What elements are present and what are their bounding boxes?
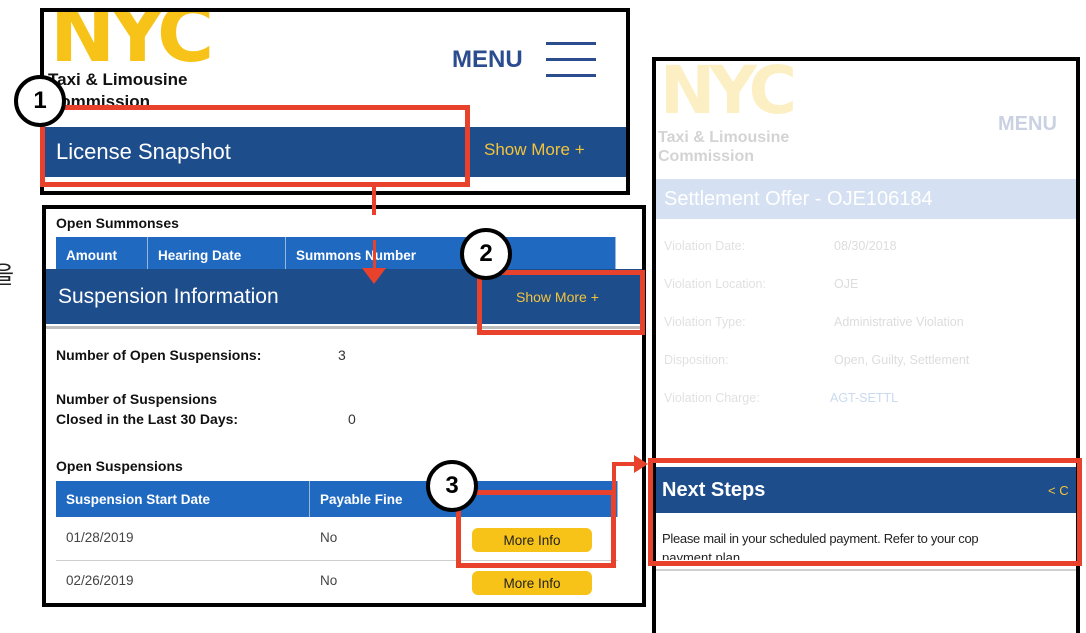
closed-suspensions-label-line1: Number of Suspensions — [56, 391, 218, 407]
faded-header: NYC Taxi & Limousine Commission MENU Set… — [656, 61, 1076, 441]
nyc-logo: NYC — [660, 57, 797, 129]
detail-label: Violation Location: — [664, 277, 766, 291]
open-summonses-heading: Open Summonses — [56, 215, 179, 231]
callout-next-steps — [648, 458, 1082, 566]
suspension-info-title: Suspension Information — [58, 284, 279, 308]
open-suspensions-count-label: Number of Open Suspensions: — [56, 347, 262, 363]
suspension-col-start-date[interactable]: Suspension Start Date — [56, 481, 310, 517]
summons-col-number[interactable]: Summons Number — [286, 237, 616, 273]
detail-value: AGT-SETTL — [830, 391, 899, 405]
next-steps-divider — [656, 569, 1076, 571]
detail-label: Violation Type: — [664, 315, 746, 329]
menu-label[interactable]: MENU — [452, 46, 523, 74]
detail-value: 08/30/2018 — [834, 239, 897, 253]
hamburger-menu-icon[interactable] — [546, 38, 596, 82]
step-badge-2: 2 — [460, 228, 512, 280]
logo-subtitle-line1: Taxi & Limousine — [48, 70, 188, 89]
detail-label: Violation Charge: — [664, 391, 760, 405]
closed-suspensions-label-line2: Closed in the Last 30 Days: — [56, 411, 239, 427]
settlement-title: Settlement Offer - OJE106184 — [664, 187, 933, 210]
detail-label: Disposition: — [664, 353, 729, 367]
detail-label: Violation Date: — [664, 239, 746, 253]
summons-col-amount[interactable]: Amount — [56, 237, 148, 273]
menu-label[interactable]: MENU — [998, 113, 1057, 136]
logo-subtitle-line1: Taxi & Limousine — [658, 129, 790, 146]
logo-subtitle-line2: Commission — [658, 148, 755, 165]
detail-value: Open, Guilty, Settlement — [834, 353, 970, 367]
open-suspensions-heading: Open Suspensions — [56, 458, 183, 474]
open-suspensions-count-value: 3 — [338, 347, 346, 363]
arrow-head-right-icon — [634, 455, 648, 473]
callout-3-more-info — [456, 490, 616, 568]
settlement-title-bar: Settlement Offer - OJE106184 — [656, 179, 1076, 219]
closed-suspensions-value: 0 — [348, 411, 356, 427]
more-info-button[interactable]: More Info — [472, 571, 592, 595]
step-badge-1: 1 — [14, 75, 66, 127]
suspension-start-date: 01/28/2019 — [66, 530, 134, 545]
connector-line-3-vertical — [612, 462, 616, 492]
suspension-payable: No — [320, 530, 338, 545]
license-show-more-link[interactable]: Show More + — [484, 140, 585, 160]
step-badge-3: 3 — [426, 460, 478, 512]
summons-col-hearing-date[interactable]: Hearing Date — [148, 237, 286, 273]
callout-2-show-more — [477, 270, 645, 335]
side-glyph: 을 — [0, 261, 15, 289]
callout-1-license-snapshot — [40, 105, 470, 187]
detail-value: OJE — [834, 277, 859, 291]
connector-line-1 — [372, 187, 376, 215]
suspension-payable: No — [320, 573, 338, 588]
arrow-head-down-icon — [362, 268, 386, 284]
suspension-start-date: 02/26/2019 — [66, 573, 134, 588]
detail-value: Administrative Violation — [834, 315, 964, 329]
